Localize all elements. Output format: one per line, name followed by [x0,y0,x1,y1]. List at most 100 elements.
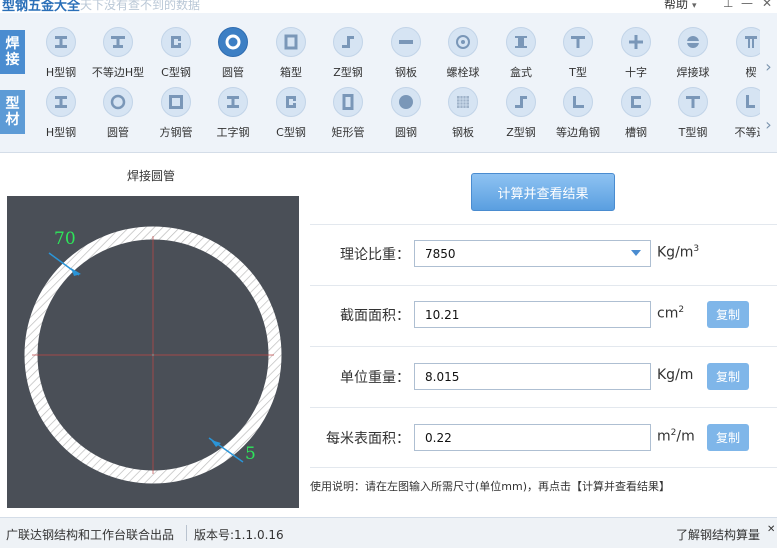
weight-value: 8.015 [425,369,460,384]
tool-label: 工字钢 [216,126,250,139]
tool-label: 矩形管 [331,126,365,139]
tool-welded-box[interactable]: 箱型 [262,27,320,87]
scroll-right-welded-button[interactable]: › [760,51,777,81]
t-section-icon [678,87,708,117]
area-unit: cm2 [657,305,685,322]
weight-label: 单位重量： [340,370,410,386]
version-text: 版本号:1.1.0.16 [194,528,284,542]
i-steel-icon [218,87,248,117]
z-section-icon [506,87,536,117]
copy-weight-button[interactable]: 复制 [707,363,749,390]
area-label: 截面面积： [340,308,410,324]
tool-welded-round-tube[interactable]: 圆管 [204,27,262,87]
tool-label: Z型钢 [333,66,363,79]
tool-profile-c-channel[interactable]: C型钢 [262,87,320,147]
tool-profile-equal-angle[interactable]: 等边角钢 [549,87,607,147]
tool-profile-h-beam[interactable]: H型钢 [32,87,90,147]
tool-profile-z-section[interactable]: Z型钢 [492,87,550,147]
surface-field[interactable]: 0.22 [414,424,651,451]
center-mark [151,353,155,357]
square-tube-icon [161,87,191,117]
tab-profiles-char-1: 型 [5,96,20,112]
z-section-icon [333,27,363,57]
round-tube-icon [218,27,248,57]
title-bar: 型钢五金大全 天下没有查不到的数据 帮助 ▾ ⊥ — ✕ [0,0,777,13]
i-beam-icon [46,87,76,117]
unequal-angle-icon [736,87,760,117]
copy-surface-button[interactable]: 复制 [707,424,749,451]
tab-profiles-char-2: 材 [5,112,20,128]
calculate-button[interactable]: 计算并查看结果 [471,173,615,211]
area-field[interactable]: 10.21 [414,301,651,328]
tool-profile-plate[interactable]: 钢板 [434,87,492,147]
tab-profiles[interactable]: 型 材 [0,90,25,134]
learn-more-link[interactable]: 了解钢结构算量 [676,526,760,543]
tool-profile-t-section[interactable]: T型钢 [664,87,722,147]
tool-welded-plate[interactable]: 钢板 [377,27,435,87]
surface-value: 0.22 [425,430,452,445]
tab-welded-char-1: 焊 [5,36,20,52]
tool-welded-h-beam[interactable]: H型钢 [32,27,90,87]
tool-profile-i-steel[interactable]: 工字钢 [204,87,262,147]
divider [310,285,777,286]
round-bar-icon [391,87,421,117]
scroll-right-profile-button[interactable]: › [760,109,777,139]
divider [310,467,777,468]
close-button[interactable]: ✕ [762,0,772,10]
copy-area-button[interactable]: 复制 [707,301,749,328]
area-value: 10.21 [425,307,460,322]
tool-profile-round-bar[interactable]: 圆钢 [377,87,435,147]
pin-button[interactable]: ⊥ [723,0,733,10]
minimize-button[interactable]: — [741,0,753,10]
steel-plate-icon [448,87,478,117]
c-channel-icon [161,27,191,57]
density-select[interactable]: 7850 [414,240,651,267]
channel-icon [621,87,651,117]
wedge-icon [736,27,760,57]
c-channel-icon [276,87,306,117]
outer-diameter-input[interactable]: 70 [54,229,76,249]
help-menu[interactable]: 帮助 ▾ [664,0,697,12]
profile-shape-row: H型钢 圆管 方钢管 工字钢 C型钢 矩形管 圆钢 钢板 Z型钢 等边角钢 槽钢… [32,87,760,147]
shape-title: 焊接圆管 [127,169,176,183]
tool-welded-unequal-h[interactable]: 不等边H型 [89,27,147,87]
help-label: 帮助 [664,0,689,11]
t-section-icon [563,27,593,57]
tool-label: T型 [569,66,587,79]
tool-profile-square-tube[interactable]: 方钢管 [147,87,205,147]
density-label: 理论比重： [340,247,410,263]
chevron-down-icon: ▾ [692,1,697,11]
tab-welded-char-2: 接 [5,52,20,68]
steel-plate-icon [391,27,421,57]
divider [310,224,777,225]
divider [310,407,777,408]
tool-label: 钢板 [452,126,474,139]
close-icon[interactable]: ✕ [767,524,775,535]
tool-profile-unequal-angle[interactable]: 不等边 [722,87,760,147]
tool-label: 螺栓球 [446,66,480,79]
tool-welded-wedge[interactable]: 楔 [722,27,760,87]
status-bar: 广联达钢结构和工作台联合出品 版本号:1.1.0.16 了解钢结构算量 ✕ [0,517,777,548]
cross-section-icon [621,27,651,57]
tool-profile-channel[interactable]: 槽钢 [607,87,665,147]
tool-welded-bolt-ball[interactable]: 螺栓球 [434,27,492,87]
shape-toolbar: 焊 接 型 材 H型钢 不等边H型 C型钢 圆管 箱型 Z型钢 钢板 螺栓球 盒… [0,13,777,153]
tool-label: 楔 [745,66,757,79]
tool-profile-round-tube[interactable]: 圆管 [89,87,147,147]
tool-welded-cross[interactable]: 十字 [607,27,665,87]
surface-label: 每米表面积： [326,431,410,447]
tool-welded-box-type[interactable]: 盒式 [492,27,550,87]
density-value: 7850 [425,246,456,261]
box-type-icon [506,27,536,57]
bolt-ball-icon [448,27,478,57]
tool-welded-c-channel[interactable]: C型钢 [147,27,205,87]
tool-profile-rect-tube[interactable]: 矩形管 [319,87,377,147]
tool-welded-t-section[interactable]: T型 [549,27,607,87]
weight-field[interactable]: 8.015 [414,363,651,390]
density-unit: Kg/m3 [657,244,700,261]
wall-thickness-input[interactable]: 5 [245,444,256,464]
usage-instructions: 使用说明：请在左图输入所需尺寸(单位mm)，再点击【计算并查看结果】 [310,480,671,493]
tool-welded-welded-ball[interactable]: 焊接球 [664,27,722,87]
tab-welded[interactable]: 焊 接 [0,30,25,74]
tool-welded-z-section[interactable]: Z型钢 [319,27,377,87]
